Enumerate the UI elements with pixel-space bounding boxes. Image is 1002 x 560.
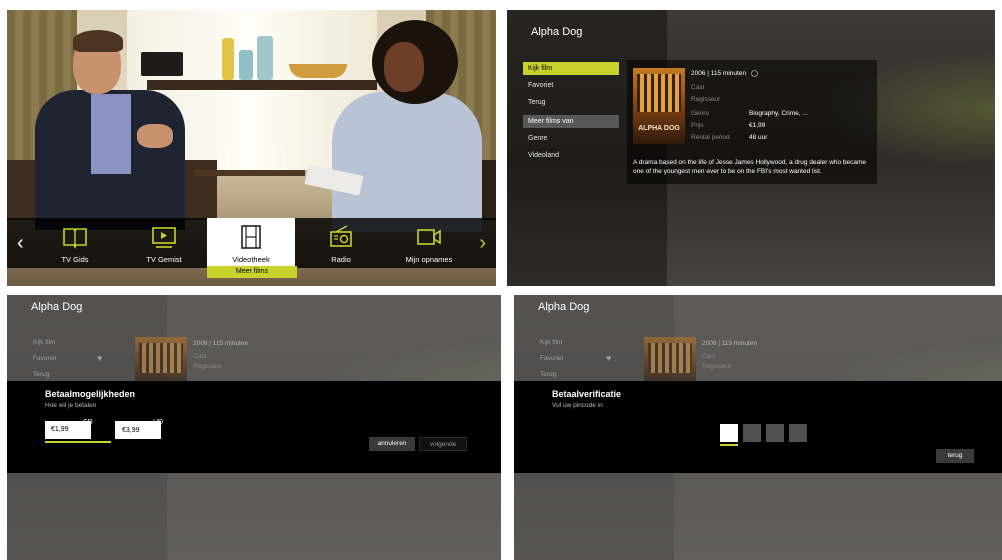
movie-detail-screen: Alpha Dog Kijk film Favoriet Terug Meer …: [507, 10, 995, 286]
director-label: Regisseur: [193, 363, 223, 370]
poster-title: ALPHA DOG: [638, 125, 680, 132]
menu-item-label: Radio: [331, 255, 351, 264]
pin-digit-2[interactable]: [743, 424, 761, 442]
book-icon: [63, 228, 87, 249]
price-label: Prijs: [691, 122, 704, 129]
sd-label: SD: [83, 419, 93, 426]
radio-icon: [330, 225, 352, 247]
main-menu-carousel: ‹ TV Gids TV Gemist Videotheek Radio Mij…: [7, 218, 496, 268]
menu-item-tv-gemist[interactable]: TV Gemist: [120, 218, 208, 268]
hd-label: HD: [153, 419, 164, 426]
dialog-subtitle: Vul uw pincode in: [552, 402, 603, 409]
vase-blue: [239, 50, 253, 80]
next-button[interactable]: volgende: [419, 437, 467, 451]
genre-value: Biography, Crime, ...: [749, 110, 808, 117]
menu-item-videotheek[interactable]: Videotheek: [207, 218, 295, 268]
selected-indicator: [45, 441, 111, 443]
chevron-left-icon[interactable]: ‹: [17, 232, 24, 255]
movie-poster: ALPHA DOG: [633, 68, 685, 144]
menu-item-label: Videotheek: [232, 255, 270, 264]
pin-digit-1[interactable]: [720, 424, 738, 442]
watch-film-button[interactable]: Kijk film: [523, 62, 619, 75]
menu-item-label: TV Gids: [61, 255, 89, 264]
menu-item-label: Mijn opnames: [405, 255, 453, 264]
home-menu-screen: ‹ TV Gids TV Gemist Videotheek Radio Mij…: [7, 10, 496, 286]
pin-digit-4[interactable]: [789, 424, 807, 442]
page-title: Alpha Dog: [531, 26, 583, 38]
verification-dialog: Betaalverificatie Vul uw pincode in teru…: [514, 381, 1002, 473]
year-duration: 2006 | 115 minuten: [691, 70, 747, 78]
movie-poster: [644, 337, 696, 381]
menu-item-radio[interactable]: Radio: [297, 218, 385, 268]
info-icon: [750, 70, 758, 77]
video-camera-icon: [417, 229, 441, 245]
year-duration: 2006 | 115 minuten: [193, 340, 249, 347]
favorite-label: Favoriet: [540, 355, 564, 362]
heart-icon: ♥: [97, 353, 103, 363]
dialog-subtitle: Hoe wil je betalen: [45, 402, 97, 409]
back-button[interactable]: terug: [936, 449, 974, 463]
vase-teal: [257, 36, 273, 80]
payment-verification-screen: Alpha Dog Kijk film Favoriet ♥ Terug 200…: [514, 295, 1002, 560]
pin-digit-3[interactable]: [766, 424, 784, 442]
back-label: Terug: [33, 371, 50, 378]
year-duration: 2006 | 115 minuten: [702, 340, 758, 347]
section-header-more-films: Meer films van: [523, 115, 619, 128]
director-label: Regisseur: [702, 363, 732, 370]
glass: [273, 148, 283, 170]
favorite-button[interactable]: Favoriet: [523, 79, 619, 92]
cancel-button[interactable]: annuleren: [369, 437, 415, 451]
cast-label: Cast: [193, 353, 207, 360]
page-title: Alpha Dog: [31, 301, 83, 313]
watch-film-label: Kijk film: [540, 339, 563, 346]
payment-options-screen: Alpha Dog Kijk film Favoriet ♥ Terug 200…: [7, 295, 501, 560]
rental-value: 48 uur: [749, 134, 768, 141]
menu-item-label: TV Gemist: [146, 255, 182, 264]
payment-dialog: Betaalmogelijkheden Hoe wil je betalen €…: [7, 381, 501, 473]
cast-label: Cast: [691, 84, 705, 91]
more-films-button[interactable]: Meer films: [207, 266, 297, 278]
page-title: Alpha Dog: [538, 301, 590, 313]
play-screen-icon: [152, 227, 176, 248]
pin-cursor-indicator: [720, 444, 738, 446]
genre-link[interactable]: Genre: [523, 132, 619, 145]
movie-description: A drama based on the life of Jesse James…: [633, 159, 867, 175]
director-label: Regisseur: [691, 96, 721, 103]
menu-item-mijn-opnames[interactable]: Mijn opnames: [385, 218, 473, 268]
chevron-right-icon[interactable]: ›: [479, 232, 486, 255]
back-button[interactable]: Terug: [523, 96, 619, 109]
favorite-label: Favoriet: [33, 355, 57, 362]
dialog-title: Betaalverificatie: [552, 389, 622, 399]
heart-icon: ♥: [606, 353, 612, 363]
genre-label: Genre: [691, 110, 710, 117]
rental-label: Rental period: [691, 134, 730, 141]
movie-poster: [135, 337, 187, 381]
man-figure: [27, 28, 237, 230]
film-strip-icon: [241, 225, 261, 249]
movie-info-panel: ALPHA DOG 2006 | 115 minuten Cast Regiss…: [627, 60, 877, 184]
videoland-link[interactable]: Videoland: [523, 149, 619, 162]
woman-figure: [292, 20, 492, 232]
watch-film-label: Kijk film: [33, 339, 56, 346]
detail-menu: Kijk film Favoriet Terug Meer films van …: [523, 62, 619, 166]
cast-label: Cast: [702, 353, 716, 360]
back-label: Terug: [540, 371, 557, 378]
dialog-title: Betaalmogelijkheden: [45, 389, 136, 399]
price-value: €1,99: [749, 122, 766, 129]
menu-item-tv-gids[interactable]: TV Gids: [31, 218, 119, 268]
